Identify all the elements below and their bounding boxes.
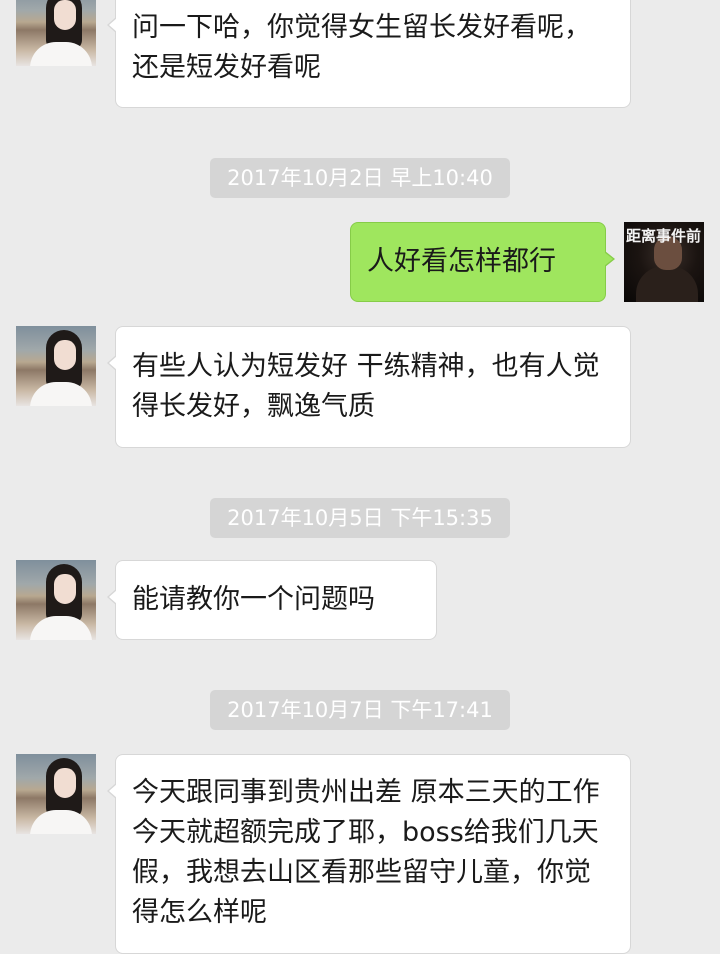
message-timestamp: 2017年10月2日 早上10:40 — [210, 158, 510, 198]
message-text: 有些人认为短发好 干练精神，也有人觉得长发好，飘逸气质 — [132, 351, 600, 422]
message-timestamp: 2017年10月5日 下午15:35 — [210, 498, 510, 538]
message-text: 今天跟同事到贵州出差 原本三天的工作今天就超额完成了耶，boss给我们几天假，我… — [132, 777, 600, 928]
contact-avatar[interactable] — [16, 754, 96, 834]
message-bubble-received[interactable]: 今天跟同事到贵州出差 原本三天的工作今天就超额完成了耶，boss给我们几天假，我… — [107, 754, 631, 954]
contact-avatar[interactable] — [16, 326, 96, 406]
message-bubble-sent[interactable]: 人好看怎样都行 — [350, 222, 615, 302]
message-bubble-received[interactable]: 问一下哈，你觉得女生留长发好看呢，还是短发好看呢 — [107, 0, 631, 108]
avatar-title-text: 距离事件前 — [626, 227, 702, 245]
message-timestamp: 2017年10月7日 下午17:41 — [210, 690, 510, 730]
message-text: 人好看怎样都行 — [367, 246, 556, 277]
contact-avatar[interactable] — [16, 560, 96, 640]
message-text: 能请教你一个问题吗 — [132, 584, 375, 615]
message-bubble-received[interactable]: 能请教你一个问题吗 — [107, 560, 437, 640]
message-text: 问一下哈，你觉得女生留长发好看呢，还是短发好看呢 — [132, 12, 591, 83]
message-bubble-received[interactable]: 有些人认为短发好 干练精神，也有人觉得长发好，飘逸气质 — [107, 326, 631, 448]
contact-avatar[interactable] — [16, 0, 96, 66]
self-avatar[interactable]: 距离事件前 — [624, 222, 704, 302]
